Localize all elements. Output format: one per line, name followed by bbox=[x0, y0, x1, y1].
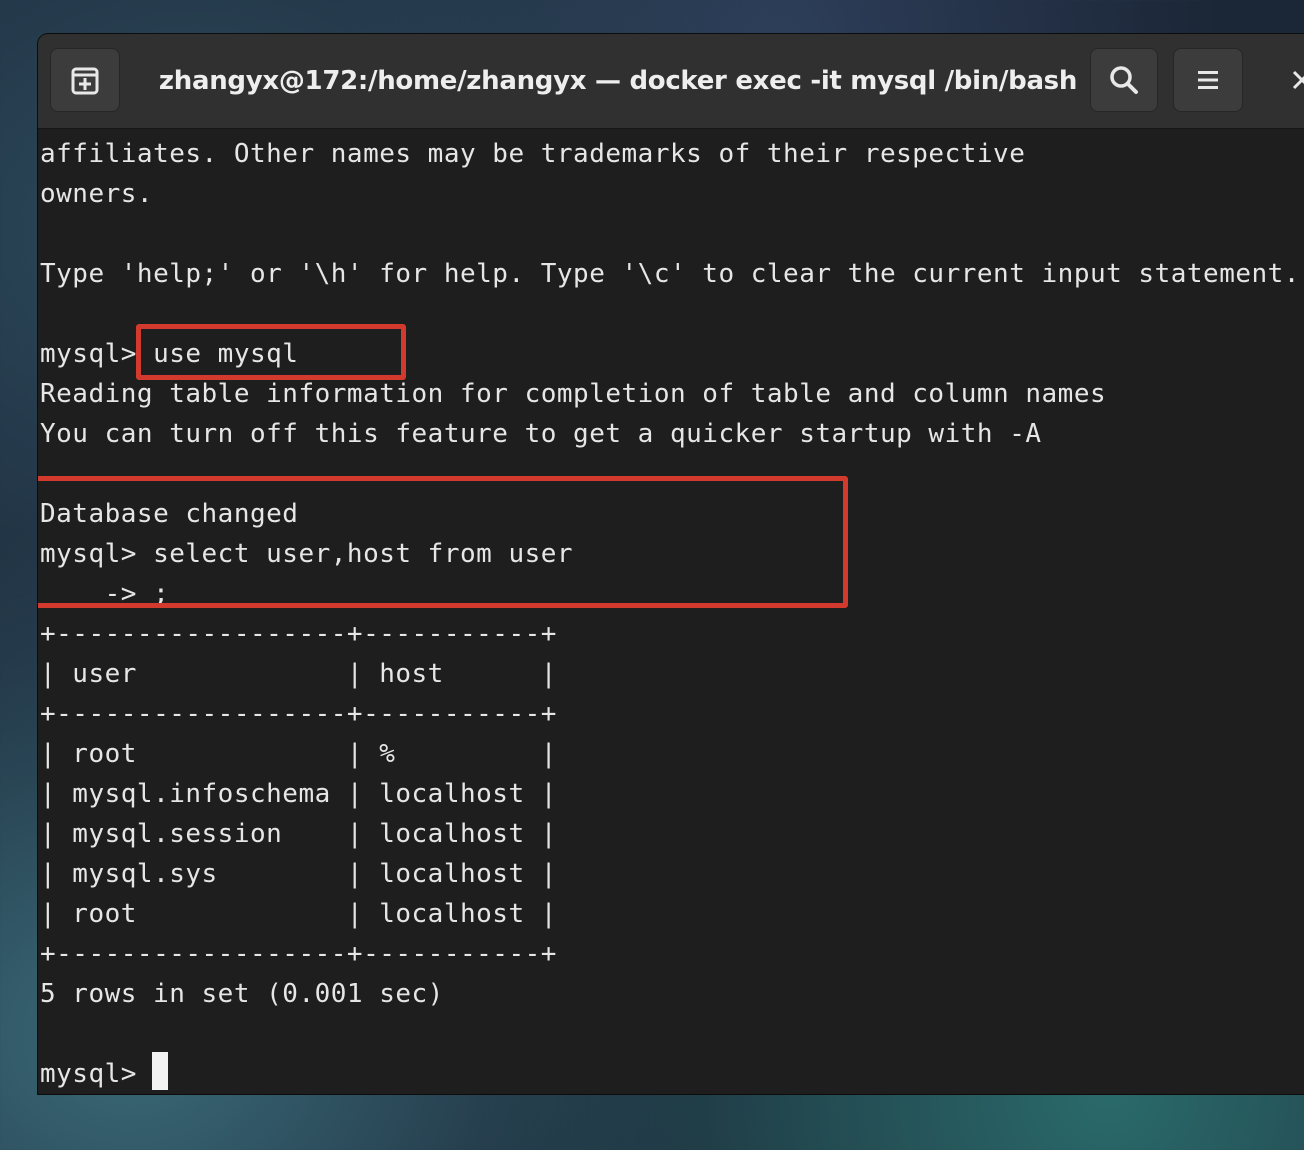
title-bar: zhangyx@172:/home/zhangyx — docker exec … bbox=[38, 34, 1304, 129]
terminal-line: Reading table information for completion… bbox=[40, 379, 1107, 409]
terminal-line: You can turn off this feature to get a q… bbox=[40, 419, 1042, 449]
hamburger-menu-icon bbox=[1198, 71, 1218, 89]
terminal-output[interactable]: affiliates. Other names may be trademark… bbox=[38, 134, 1304, 1094]
terminal-line: Type 'help;' or '\h' for help. Type '\c'… bbox=[40, 259, 1300, 289]
highlight-box-use-mysql bbox=[136, 324, 406, 380]
table-border: +------------------+-----------+ bbox=[40, 699, 557, 729]
table-border: +------------------+-----------+ bbox=[40, 939, 557, 969]
search-icon bbox=[1110, 66, 1138, 94]
close-icon bbox=[1292, 70, 1304, 90]
table-row: | root | localhost | bbox=[40, 899, 557, 929]
window-title: zhangyx@172:/home/zhangyx — docker exec … bbox=[158, 66, 1078, 96]
table-row: | mysql.session | localhost | bbox=[40, 819, 557, 849]
terminal-line: affiliates. Other names may be trademark… bbox=[40, 139, 1026, 169]
text-cursor bbox=[152, 1052, 168, 1090]
new-tab-button[interactable] bbox=[50, 48, 120, 112]
terminal-window: zhangyx@172:/home/zhangyx — docker exec … bbox=[38, 34, 1304, 1094]
table-row: | mysql.sys | localhost | bbox=[40, 859, 557, 889]
close-button[interactable] bbox=[1290, 48, 1304, 112]
terminal-line: owners. bbox=[40, 179, 154, 209]
table-header-row: | user | host | bbox=[40, 659, 557, 689]
table-border: +------------------+-----------+ bbox=[40, 619, 557, 649]
table-row: | mysql.infoschema | localhost | bbox=[40, 779, 557, 809]
result-summary: 5 rows in set (0.001 sec) bbox=[40, 979, 444, 1009]
mysql-prompt: mysql> bbox=[40, 1059, 154, 1089]
highlight-box-select-query bbox=[38, 476, 848, 608]
search-button[interactable] bbox=[1090, 48, 1158, 112]
menu-button[interactable] bbox=[1173, 48, 1243, 112]
new-tab-icon bbox=[71, 67, 99, 95]
table-row: | root | % | bbox=[40, 739, 557, 769]
